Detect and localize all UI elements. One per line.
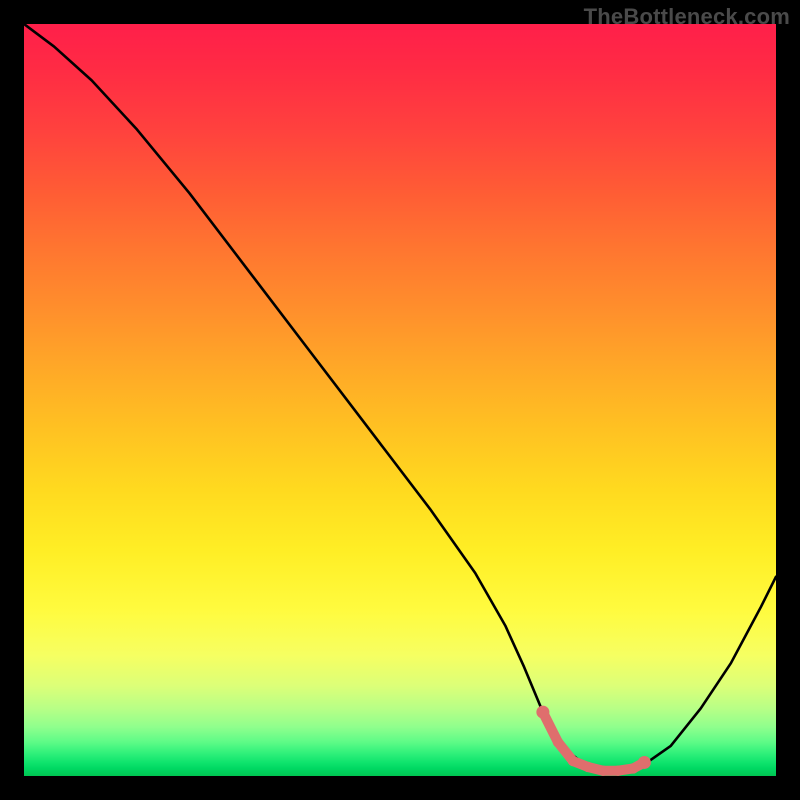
optimal-marker [536,706,549,719]
chart-overlay [24,24,776,776]
optimal-marker [638,756,651,769]
optimal-range-markers [536,706,651,776]
optimal-marker [568,756,578,766]
chart-container: TheBottleneck.com [0,0,800,800]
optimal-marker [553,737,563,747]
optimal-marker [628,763,638,773]
optimal-marker [613,766,623,776]
bottleneck-curve [24,24,776,771]
optimal-marker [598,766,608,776]
watermark-text: TheBottleneck.com [584,4,790,30]
optimal-marker [583,762,593,772]
plot-area [24,24,776,776]
